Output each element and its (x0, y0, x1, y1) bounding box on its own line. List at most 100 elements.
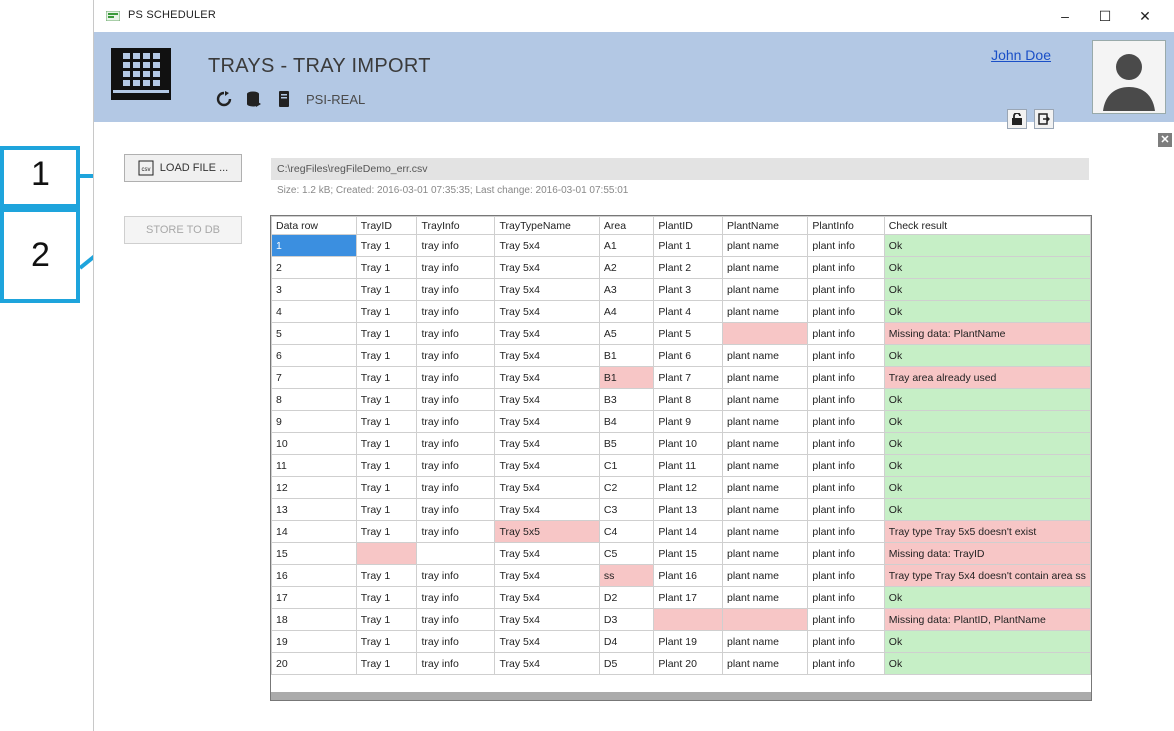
table-cell[interactable]: plant info (807, 366, 885, 389)
check-result-cell[interactable]: Ok (883, 388, 1092, 411)
table-cell[interactable]: Plant 8 (653, 388, 723, 411)
table-cell[interactable]: Tray 1 (355, 476, 418, 499)
table-cell[interactable]: plant info (807, 256, 885, 279)
table-cell[interactable]: Plant 20 (653, 652, 723, 675)
table-cell[interactable]: tray info (416, 520, 496, 543)
check-result-cell[interactable]: Missing data: TrayID (883, 542, 1092, 565)
table-row[interactable]: 12 Tray 1 tray info Tray 5x4 C2 Plant 12 plant… (271, 476, 1092, 499)
table-cell[interactable]: Plant 2 (653, 256, 723, 279)
import-data-grid[interactable]: Data row TrayID TrayInfo TrayTypeName Area Pl… (270, 215, 1092, 701)
check-result-cell[interactable]: Missing data: PlantID, PlantName (883, 608, 1092, 631)
table-row[interactable]: 18 Tray 1 tray info Tray 5x4 D3 plant info Mis… (271, 608, 1092, 631)
check-result-cell[interactable]: Ok (883, 256, 1092, 279)
table-row[interactable]: 5 Tray 1 tray info Tray 5x4 A5 Plant 5 plant i… (271, 322, 1092, 345)
table-cell[interactable]: tray info (416, 564, 496, 587)
table-cell[interactable]: tray info (416, 234, 496, 257)
table-cell[interactable]: tray info (416, 322, 496, 345)
table-cell[interactable]: Tray 1 (355, 432, 418, 455)
table-cell[interactable]: Tray 1 (355, 520, 418, 543)
table-cell[interactable] (653, 608, 723, 631)
table-cell[interactable]: plant name (721, 454, 809, 477)
table-cell[interactable]: Plant 19 (653, 630, 723, 653)
check-result-cell[interactable]: Ok (883, 300, 1092, 323)
table-cell[interactable]: 15 (271, 542, 357, 565)
table-cell[interactable]: Tray 1 (355, 300, 418, 323)
check-result-cell[interactable]: Tray type Tray 5x5 doesn't exist (883, 520, 1092, 543)
table-cell[interactable]: Tray 5x4 (494, 454, 600, 477)
table-cell[interactable]: Tray 1 (355, 410, 418, 433)
table-cell[interactable]: plant info (807, 344, 885, 367)
horizontal-scrollbar[interactable] (271, 692, 1091, 700)
table-cell[interactable]: tray info (416, 476, 496, 499)
table-cell[interactable]: plant info (807, 410, 885, 433)
check-result-cell[interactable]: Ok (883, 344, 1092, 367)
table-cell[interactable]: Tray 1 (355, 234, 418, 257)
column-header[interactable]: Data row (271, 216, 357, 235)
load-file-button[interactable]: csv LOAD FILE ... (124, 154, 242, 182)
table-cell[interactable]: C2 (598, 476, 655, 499)
table-cell[interactable]: plant info (807, 520, 885, 543)
table-row[interactable]: 2 Tray 1 tray info Tray 5x4 A2 Plant 2 plant n… (271, 256, 1092, 279)
check-result-cell[interactable]: Ok (883, 410, 1092, 433)
table-cell[interactable]: Tray 5x4 (494, 256, 600, 279)
table-row[interactable]: 3 Tray 1 tray info Tray 5x4 A3 Plant 3 plant n… (271, 278, 1092, 301)
table-cell[interactable]: Tray 5x4 (494, 652, 600, 675)
table-row[interactable]: 14 Tray 1 tray info Tray 5x5 C4 Plant 14 plant… (271, 520, 1092, 543)
table-cell[interactable]: Tray 1 (355, 322, 418, 345)
table-cell[interactable]: A3 (598, 278, 655, 301)
table-cell[interactable]: plant name (721, 300, 809, 323)
table-row[interactable]: 13 Tray 1 tray info Tray 5x4 C3 Plant 13 plant… (271, 498, 1092, 521)
table-cell[interactable]: Plant 13 (653, 498, 723, 521)
table-cell[interactable]: C4 (598, 520, 655, 543)
check-result-cell[interactable]: Ok (883, 432, 1092, 455)
table-cell[interactable]: 20 (271, 652, 357, 675)
table-cell[interactable]: plant info (807, 278, 885, 301)
table-cell[interactable]: plant info (807, 454, 885, 477)
table-row[interactable]: 19 Tray 1 tray info Tray 5x4 D4 Plant 19 plant… (271, 630, 1092, 653)
table-cell[interactable]: Tray 5x4 (494, 366, 600, 389)
logout-button[interactable] (1034, 109, 1054, 129)
table-cell[interactable]: Tray 1 (355, 564, 418, 587)
column-header[interactable]: TrayID (355, 216, 418, 235)
table-cell[interactable]: Tray 1 (355, 608, 418, 631)
table-cell[interactable]: Plant 5 (653, 322, 723, 345)
table-cell[interactable]: Plant 10 (653, 432, 723, 455)
table-cell[interactable]: Plant 6 (653, 344, 723, 367)
table-cell[interactable]: Tray 1 (355, 652, 418, 675)
table-cell[interactable]: plant name (721, 366, 809, 389)
maximize-button[interactable]: ☐ (1090, 4, 1120, 28)
table-cell[interactable]: Tray 5x4 (494, 344, 600, 367)
table-cell[interactable]: Tray 5x4 (494, 388, 600, 411)
table-cell[interactable]: Plant 1 (653, 234, 723, 257)
column-header[interactable]: TrayTypeName (494, 216, 600, 235)
table-cell[interactable]: plant info (807, 652, 885, 675)
table-cell[interactable]: Tray 5x4 (494, 322, 600, 345)
table-cell[interactable]: 6 (271, 344, 357, 367)
column-header[interactable]: PlantID (653, 216, 723, 235)
column-header[interactable]: PlantName (721, 216, 809, 235)
table-cell[interactable]: plant name (721, 586, 809, 609)
table-cell[interactable]: plant name (721, 256, 809, 279)
table-row[interactable]: 17 Tray 1 tray info Tray 5x4 D2 Plant 17 plant… (271, 586, 1092, 609)
check-result-cell[interactable]: Tray area already used (883, 366, 1092, 389)
table-cell[interactable]: plant info (807, 476, 885, 499)
table-cell[interactable]: Tray 5x4 (494, 300, 600, 323)
table-cell[interactable]: Plant 11 (653, 454, 723, 477)
table-cell[interactable]: tray info (416, 366, 496, 389)
close-button[interactable]: ✕ (1130, 4, 1160, 28)
table-cell[interactable]: 2 (271, 256, 357, 279)
table-cell[interactable]: Plant 12 (653, 476, 723, 499)
table-cell[interactable]: D4 (598, 630, 655, 653)
table-cell[interactable]: tray info (416, 256, 496, 279)
table-cell[interactable] (721, 322, 809, 345)
check-result-cell[interactable]: Missing data: PlantName (883, 322, 1092, 345)
check-result-cell[interactable]: Ok (883, 454, 1092, 477)
table-cell[interactable]: plant info (807, 608, 885, 631)
table-row[interactable]: 11 Tray 1 tray info Tray 5x4 C1 Plant 11 plant… (271, 454, 1092, 477)
table-cell[interactable] (416, 542, 496, 565)
avatar[interactable] (1092, 40, 1166, 114)
table-cell[interactable]: plant info (807, 388, 885, 411)
table-cell[interactable]: D5 (598, 652, 655, 675)
table-cell[interactable]: Tray 5x4 (494, 432, 600, 455)
table-cell[interactable]: B1 (598, 344, 655, 367)
